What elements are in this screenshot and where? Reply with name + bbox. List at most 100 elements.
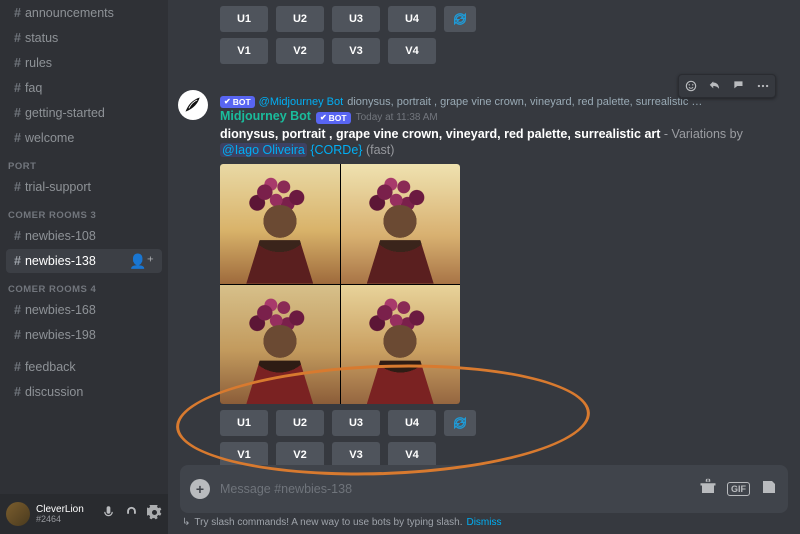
channel-label: newbies-138 bbox=[25, 254, 96, 268]
hash-icon: # bbox=[14, 254, 21, 268]
upscale-3-button[interactable]: U3 bbox=[332, 410, 380, 436]
channel-item-trial-support[interactable]: #trial-support bbox=[6, 175, 162, 199]
user-footer: CleverLion #2464 bbox=[0, 494, 168, 534]
thread-icon[interactable] bbox=[727, 75, 751, 97]
corde-tag: {CORDe} bbox=[310, 143, 362, 157]
hash-icon: # bbox=[14, 303, 21, 317]
channel-label: announcements bbox=[25, 6, 114, 20]
hash-icon: # bbox=[14, 385, 21, 399]
settings-gear-icon[interactable] bbox=[147, 505, 162, 523]
variation-4-button[interactable]: V4 bbox=[388, 38, 436, 64]
message-hover-toolbar bbox=[678, 74, 776, 98]
channel-label: feedback bbox=[25, 360, 76, 374]
upscale-4-button[interactable]: U4 bbox=[388, 410, 436, 436]
section-header-rooms3: COMER ROOMS 3 bbox=[0, 200, 168, 223]
variation-2-button[interactable]: V2 bbox=[276, 442, 324, 465]
prompt-text: dionysus, portrait , grape vine crown, v… bbox=[220, 127, 660, 141]
channel-item-getting-started[interactable]: #getting-started bbox=[6, 101, 162, 125]
image-tile-2[interactable] bbox=[341, 164, 461, 284]
bot-badge-icon: ✔BOT bbox=[220, 96, 255, 108]
hash-icon: # bbox=[14, 56, 21, 70]
channel-item-status[interactable]: # status bbox=[6, 26, 162, 50]
bot-badge-icon: ✔BOT bbox=[316, 112, 351, 124]
message-input[interactable] bbox=[220, 482, 689, 496]
channel-label: status bbox=[25, 31, 58, 45]
deafen-icon[interactable] bbox=[124, 505, 139, 523]
hash-icon: # bbox=[14, 6, 21, 20]
channel-label: discussion bbox=[25, 385, 83, 399]
hash-icon: # bbox=[14, 31, 21, 45]
channel-item-discussion[interactable]: # discussion bbox=[6, 380, 162, 404]
hash-icon: # bbox=[14, 106, 21, 120]
mute-mic-icon[interactable] bbox=[101, 505, 116, 523]
channel-item-faq[interactable]: # faq bbox=[6, 76, 162, 100]
channel-item-feedback[interactable]: # feedback bbox=[6, 355, 162, 379]
variation-2-button[interactable]: V2 bbox=[276, 38, 324, 64]
bot-avatar[interactable] bbox=[178, 90, 208, 120]
fast-tag: (fast) bbox=[362, 143, 394, 157]
channel-label: welcome bbox=[25, 131, 74, 145]
upscale-1-button[interactable]: U1 bbox=[220, 6, 268, 32]
message-composer: + GIF bbox=[180, 465, 788, 513]
sticker-icon[interactable] bbox=[760, 478, 778, 501]
variation-4-button[interactable]: V4 bbox=[388, 442, 436, 465]
channel-item-newbies-108[interactable]: #newbies-108 bbox=[6, 224, 162, 248]
variation-3-button[interactable]: V3 bbox=[332, 442, 380, 465]
self-username: CleverLion bbox=[36, 505, 84, 515]
hash-icon: # bbox=[14, 180, 21, 194]
hash-icon: # bbox=[14, 360, 21, 374]
upscale-2-button[interactable]: U2 bbox=[276, 6, 324, 32]
reroll-icon bbox=[452, 415, 468, 431]
message-timestamp: Today at 11:38 AM bbox=[356, 110, 438, 126]
variation-1-button[interactable]: V1 bbox=[220, 38, 268, 64]
chat-area: U1 U2 U3 U4 V1 V2 V3 V4 ✔BOT @Midjourney Bot d… bbox=[168, 0, 800, 534]
channel-item-announcements[interactable]: # announcements bbox=[6, 1, 162, 25]
variations-label: - Variations by bbox=[660, 127, 742, 141]
hash-icon: # bbox=[14, 131, 21, 145]
message-content: dionysus, portrait , grape vine crown, v… bbox=[220, 126, 780, 158]
message: ✔BOT @Midjourney Bot dionysus, portrait … bbox=[168, 86, 794, 465]
channel-item-welcome[interactable]: # welcome bbox=[6, 126, 162, 150]
reroll-button[interactable] bbox=[444, 410, 476, 436]
generated-image-grid[interactable] bbox=[220, 164, 460, 404]
channel-label: newbies-168 bbox=[25, 303, 96, 317]
reply-snippet: dionysus, portrait , grape vine crown, v… bbox=[347, 96, 702, 108]
hash-icon: # bbox=[14, 81, 21, 95]
channel-item-newbies-138[interactable]: # newbies-138 👤⁺ bbox=[6, 249, 162, 273]
reply-author: @Midjourney Bot bbox=[259, 96, 344, 108]
gif-icon[interactable]: GIF bbox=[727, 482, 750, 496]
self-avatar[interactable] bbox=[6, 502, 30, 526]
upscale-3-button[interactable]: U3 bbox=[332, 6, 380, 32]
message-previous: U1 U2 U3 U4 V1 V2 V3 V4 bbox=[168, 6, 794, 68]
add-reaction-icon[interactable] bbox=[679, 75, 703, 97]
section-header-rooms4: COMER ROOMS 4 bbox=[0, 274, 168, 297]
add-person-icon[interactable]: 👤⁺ bbox=[129, 253, 154, 270]
channel-sidebar: #announcements#status#rules#faq#getting-… bbox=[0, 0, 168, 534]
section-header-port: PORT bbox=[0, 151, 168, 174]
more-icon[interactable] bbox=[751, 75, 775, 97]
channel-item-newbies-168[interactable]: # newbies-168 bbox=[6, 298, 162, 322]
hash-icon: # bbox=[14, 328, 21, 342]
user-mention[interactable]: @Iago Oliveira bbox=[220, 143, 307, 157]
channel-label: newbies-198 bbox=[25, 328, 96, 342]
image-tile-3[interactable] bbox=[220, 285, 340, 405]
dismiss-link[interactable]: Dismiss bbox=[466, 517, 501, 528]
attach-plus-icon[interactable]: + bbox=[190, 479, 210, 499]
reroll-icon bbox=[452, 11, 468, 27]
upscale-2-button[interactable]: U2 bbox=[276, 410, 324, 436]
upscale-4-button[interactable]: U4 bbox=[388, 6, 436, 32]
channel-item-newbies-198[interactable]: # newbies-198 bbox=[6, 323, 162, 347]
channel-item-rules[interactable]: #rules bbox=[6, 51, 162, 75]
channel-label: faq bbox=[25, 81, 42, 95]
author-name[interactable]: Midjourney Bot bbox=[220, 108, 311, 124]
tip-text: Try slash commands! A new way to use bot… bbox=[194, 517, 462, 528]
image-tile-1[interactable] bbox=[220, 164, 340, 284]
upscale-1-button[interactable]: U1 bbox=[220, 410, 268, 436]
reply-icon[interactable] bbox=[703, 75, 727, 97]
gift-icon[interactable] bbox=[699, 478, 717, 501]
image-tile-4[interactable] bbox=[341, 285, 461, 405]
variation-3-button[interactable]: V3 bbox=[332, 38, 380, 64]
reroll-button[interactable] bbox=[444, 6, 476, 32]
variation-1-button[interactable]: V1 bbox=[220, 442, 268, 465]
channel-label: newbies-108 bbox=[25, 229, 96, 243]
